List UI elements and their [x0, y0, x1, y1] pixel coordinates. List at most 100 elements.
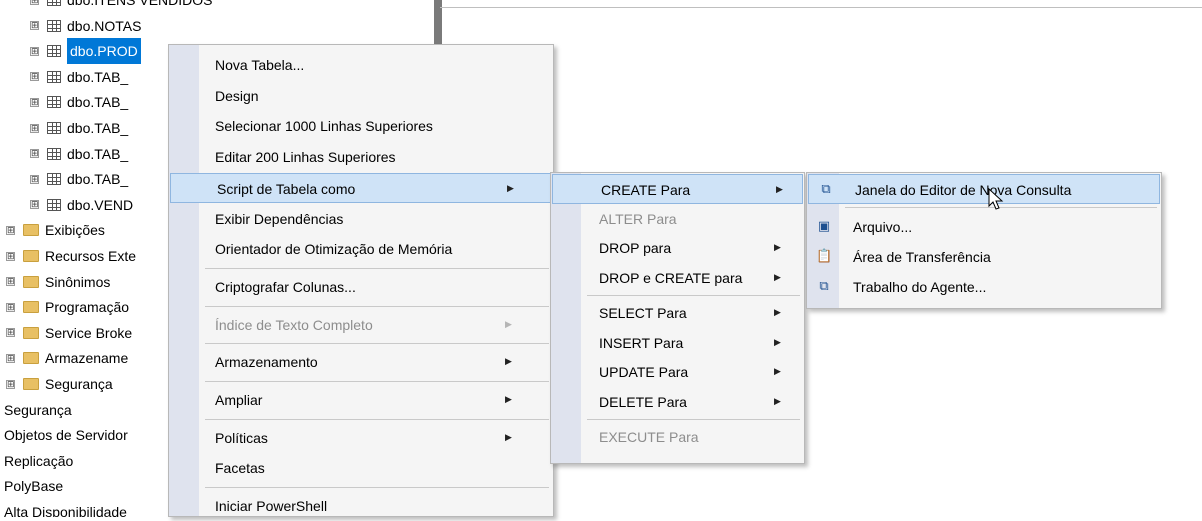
expand-icon[interactable]: ⊞	[30, 0, 39, 5]
table-icon	[47, 70, 61, 83]
tree-node-dbo-vend[interactable]: ⊞ dbo.VEND	[30, 192, 133, 218]
context-menu-table: Nova Tabela... Design Selecionar 1000 Linh…	[168, 44, 554, 517]
table-icon	[47, 147, 61, 160]
tree-node-programacao[interactable]: ⊞ Programação	[6, 294, 129, 320]
tree-node-dbo-prod[interactable]: ⊞ dbo.PROD	[30, 38, 141, 65]
menu-item-nova-tabela[interactable]: Nova Tabela...	[169, 50, 553, 80]
menu-item-label: Área de Transferência	[853, 249, 991, 265]
tree-node-label: PolyBase	[4, 478, 64, 495]
tree-node-service-broke[interactable]: ⊞ Service Broke	[6, 320, 132, 346]
tree-node-label: Programação	[45, 299, 130, 316]
menu-item-insert-para[interactable]: INSERT Para ▶	[551, 328, 804, 358]
expand-icon[interactable]: ⊞	[30, 149, 39, 159]
tree-node-polybase[interactable]: PolyBase	[4, 473, 63, 499]
expand-icon[interactable]: ⊞	[30, 72, 39, 82]
tree-node-sinonimos[interactable]: ⊞ Sinônimos	[6, 269, 110, 295]
tree-node-recursos-exte[interactable]: ⊞ Recursos Exte	[6, 243, 136, 269]
tree-node-label: dbo.NOTAS	[67, 17, 142, 34]
menu-item-indice-de-texto-completo: Índice de Texto Completo ▶	[169, 310, 553, 340]
menu-item-selecionar-1000-linhas-superiores[interactable]: Selecionar 1000 Linhas Superiores	[169, 111, 553, 141]
menu-item-politicas[interactable]: Políticas ▶	[169, 423, 553, 453]
expand-icon[interactable]: ⊞	[6, 277, 15, 287]
tree-node-dbo-tab[interactable]: ⊞ dbo.TAB_	[30, 141, 128, 167]
menu-item-armazenamento[interactable]: Armazenamento ▶	[169, 347, 553, 377]
menu-item-ampliar[interactable]: Ampliar ▶	[169, 385, 553, 415]
tree-node-label: Replicação	[4, 452, 74, 469]
menu-item-label: UPDATE Para	[599, 364, 689, 380]
tree-node-seguranca[interactable]: ⊞ Segurança	[6, 371, 113, 397]
agent-job-icon: ⧉	[819, 279, 829, 294]
tree-node-dbo-notas[interactable]: ⊞ dbo.NOTAS	[30, 13, 141, 39]
menu-item-design[interactable]: Design	[169, 81, 553, 111]
menu-item-label: SELECT Para	[599, 305, 687, 321]
clipboard-icon: 📋	[816, 249, 833, 264]
divider	[440, 7, 1202, 8]
submenu-arrow-icon: ▶	[507, 183, 514, 194]
tree-node-label: Armazename	[45, 350, 129, 367]
tree-node-label: Sinônimos	[45, 273, 111, 290]
submenu-arrow-icon: ▶	[505, 357, 512, 368]
expand-icon[interactable]: ⊞	[6, 251, 15, 261]
expand-icon[interactable]: ⊞	[6, 379, 15, 389]
menu-item-orientador-de-otimizacao-de-memoria[interactable]: Orientador de Otimização de Memória	[169, 234, 553, 264]
tree-node-seguranca[interactable]: Segurança	[4, 397, 72, 423]
tree-node-dbo-tab[interactable]: ⊞ dbo.TAB_	[30, 89, 128, 115]
expand-icon[interactable]: ⊞	[6, 302, 15, 312]
tree-node-dbo-tab[interactable]: ⊞ dbo.TAB_	[30, 166, 128, 192]
menu-item-drop-e-create-para[interactable]: DROP e CREATE para ▶	[551, 263, 804, 293]
menu-item-janela-do-editor-de-nova-consulta[interactable]: ⧉ Janela do Editor de Nova Consulta	[808, 174, 1160, 204]
expand-icon[interactable]: ⊞	[30, 200, 39, 210]
menu-item-facetas[interactable]: Facetas	[169, 453, 553, 483]
expand-icon[interactable]: ⊞	[6, 328, 15, 338]
menu-item-arquivo[interactable]: ▣ Arquivo...	[807, 212, 1161, 242]
submenu-script-table-as: CREATE Para ▶ ALTER Para DROP para ▶ DROP e C…	[550, 172, 805, 464]
table-icon	[47, 173, 61, 186]
menu-item-label: INSERT Para	[599, 334, 684, 351]
tree-node-exibicoes[interactable]: ⊞ Exibições	[6, 217, 105, 243]
menu-item-criptografar-colunas[interactable]: Criptografar Colunas...	[169, 272, 553, 302]
expand-icon[interactable]: ⊞	[30, 21, 39, 31]
menu-separator	[205, 267, 549, 269]
tree-node-label: Recursos Exte	[45, 248, 137, 264]
expand-icon[interactable]: ⊞	[30, 174, 39, 184]
menu-item-drop-para[interactable]: DROP para ▶	[551, 233, 804, 263]
menu-item-exibir-dependencias[interactable]: Exibir Dependências	[169, 204, 553, 234]
table-icon	[47, 0, 61, 6]
menu-item-create-para[interactable]: CREATE Para ▶	[552, 174, 803, 204]
submenu-arrow-icon: ▶	[774, 337, 781, 348]
tree-node-label: dbo.ITENS VENDIDOS	[67, 0, 213, 8]
tree-node-dbo-tab[interactable]: ⊞ dbo.TAB_	[30, 64, 128, 90]
menu-item-label: DROP e CREATE para	[599, 269, 743, 286]
menu-item-label: Script de Tabela como	[217, 180, 356, 197]
menu-separator	[587, 295, 800, 296]
tree-node-objetos-de-servidor[interactable]: Objetos de Servidor	[4, 422, 128, 448]
folder-icon	[23, 250, 39, 262]
tree-node-label: dbo.TAB_	[67, 120, 129, 136]
expand-icon[interactable]: ⊞	[30, 46, 39, 56]
menu-item-label: Políticas	[215, 429, 268, 446]
menu-item-area-de-transferencia[interactable]: 📋 Área de Transferência	[807, 242, 1161, 272]
expand-icon[interactable]: ⊞	[30, 123, 39, 133]
menu-item-label: EXECUTE Para	[599, 429, 699, 445]
menu-item-update-para[interactable]: UPDATE Para ▶	[551, 357, 804, 387]
menu-item-editar-200-linhas-superiores[interactable]: Editar 200 Linhas Superiores	[169, 142, 553, 172]
expand-icon[interactable]: ⊞	[6, 353, 15, 363]
tree-node-dbo-itens-vendidos[interactable]: ⊞ dbo.ITENS VENDIDOS	[30, 0, 213, 13]
submenu-arrow-icon: ▶	[505, 395, 512, 405]
menu-item-label: DELETE Para	[599, 393, 687, 410]
tree-node-armazename[interactable]: ⊞ Armazename	[6, 345, 128, 371]
expand-icon[interactable]: ⊞	[6, 225, 15, 235]
menu-item-script-de-tabela-como[interactable]: Script de Tabela como ▶	[170, 172, 552, 203]
tree-node-label: Segurança	[45, 376, 113, 392]
tree-node-replicacao[interactable]: Replicação	[4, 448, 73, 474]
tree-node-alta-disponibilidade[interactable]: Alta Disponibilidade	[4, 499, 127, 517]
tree-node-dbo-tab[interactable]: ⊞ dbo.TAB_	[30, 115, 128, 141]
menu-item-select-para[interactable]: SELECT Para ▶	[551, 298, 804, 328]
tree-node-label: dbo.PROD	[67, 38, 141, 65]
menu-item-trabalho-do-agente[interactable]: ⧉ Trabalho do Agente...	[807, 272, 1161, 302]
menu-separator	[205, 381, 549, 382]
table-icon	[47, 198, 61, 211]
menu-item-delete-para[interactable]: DELETE Para ▶	[551, 387, 804, 417]
tree-node-label: dbo.TAB_	[67, 145, 129, 162]
expand-icon[interactable]: ⊞	[30, 97, 39, 107]
